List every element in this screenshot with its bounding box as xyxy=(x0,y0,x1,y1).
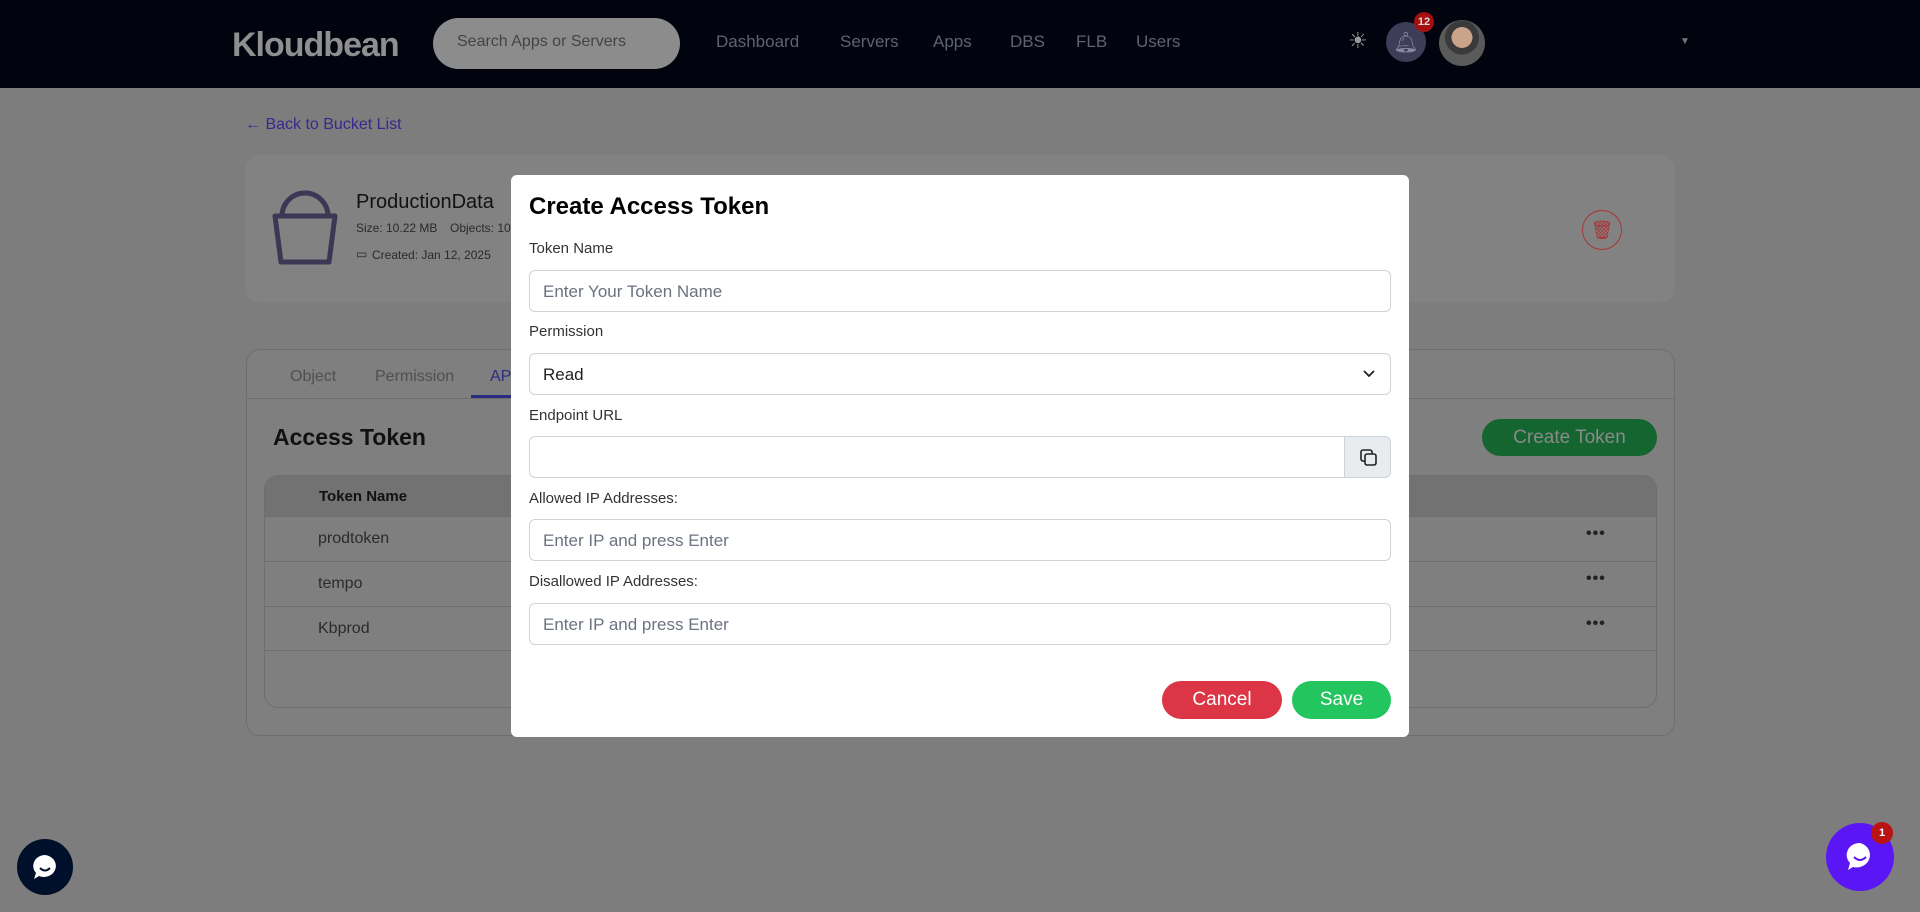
create-access-token-modal: Create Access Token Token Name Enter You… xyxy=(511,175,1409,737)
row-actions-ellipsis-icon[interactable]: ••• xyxy=(1586,615,1606,633)
bucket-created: Created: Jan 12, 2025 xyxy=(372,248,491,262)
copy-icon xyxy=(1360,449,1377,466)
cancel-button[interactable]: Cancel xyxy=(1162,681,1282,719)
column-token-name: Token Name xyxy=(319,488,408,505)
token-name: prodtoken xyxy=(318,530,390,547)
row-actions-ellipsis-icon[interactable]: ••• xyxy=(1586,570,1606,588)
user-menu-caret-icon[interactable]: ▼ xyxy=(1680,36,1690,47)
disallowed-ip-input[interactable]: Enter IP and press Enter xyxy=(529,603,1391,645)
token-name: tempo xyxy=(318,575,363,592)
permission-select[interactable]: Read xyxy=(529,353,1391,395)
help-chat-button[interactable] xyxy=(17,839,73,895)
chat-bubble-icon xyxy=(33,855,56,879)
nav-flb[interactable]: FLB xyxy=(1076,32,1107,52)
bucket-objects: Objects: 10 xyxy=(450,221,511,235)
allowed-ip-label: Allowed IP Addresses: xyxy=(529,490,678,507)
bucket-name: ProductionData xyxy=(356,191,494,213)
token-name-input[interactable]: Enter Your Token Name xyxy=(529,270,1391,312)
disallowed-ip-label: Disallowed IP Addresses: xyxy=(529,573,698,590)
notification-badge: 12 xyxy=(1414,12,1434,32)
nav-servers[interactable]: Servers xyxy=(840,32,899,52)
endpoint-url-input[interactable] xyxy=(529,436,1345,478)
nav-users[interactable]: Users xyxy=(1136,32,1180,52)
logo[interactable]: Kloudbean xyxy=(232,26,400,65)
row-actions-ellipsis-icon[interactable]: ••• xyxy=(1586,525,1606,543)
token-name: Kbprod xyxy=(318,620,370,637)
bucket-icon xyxy=(272,190,338,265)
chat-bubble-icon xyxy=(1846,842,1870,870)
allowed-ip-input[interactable]: Enter IP and press Enter xyxy=(529,519,1391,561)
chat-badge: 1 xyxy=(1871,822,1893,844)
tab-object[interactable]: Object xyxy=(290,368,336,386)
nav-apps[interactable]: Apps xyxy=(933,32,972,52)
create-token-button[interactable]: Create Token xyxy=(1482,419,1657,456)
copy-endpoint-button[interactable] xyxy=(1344,436,1391,478)
bucket-size: Size: 10.22 MB xyxy=(356,221,438,235)
token-name-label: Token Name xyxy=(529,240,614,257)
section-title: Access Token xyxy=(273,424,426,450)
modal-title: Create Access Token xyxy=(529,193,770,220)
calendar-icon: ▭ xyxy=(356,247,368,261)
nav-dbs[interactable]: DBS xyxy=(1010,32,1045,52)
search-input[interactable]: Search Apps or Servers xyxy=(433,18,680,69)
permission-label: Permission xyxy=(529,323,604,340)
nav-dashboard[interactable]: Dashboard xyxy=(716,32,799,52)
save-button[interactable]: Save xyxy=(1292,681,1391,719)
delete-bucket-trash-icon[interactable]: 🗑︎ xyxy=(1582,210,1622,250)
back-to-bucket-list-link[interactable]: ← Back to Bucket List xyxy=(245,116,402,134)
tab-permission[interactable]: Permission xyxy=(375,368,454,386)
chevron-down-icon xyxy=(1363,370,1375,378)
endpoint-url-label: Endpoint URL xyxy=(529,407,623,424)
theme-toggle-sun-icon[interactable]: ☀ xyxy=(1348,28,1368,54)
avatar[interactable] xyxy=(1439,20,1485,66)
permission-value: Read xyxy=(543,365,584,384)
